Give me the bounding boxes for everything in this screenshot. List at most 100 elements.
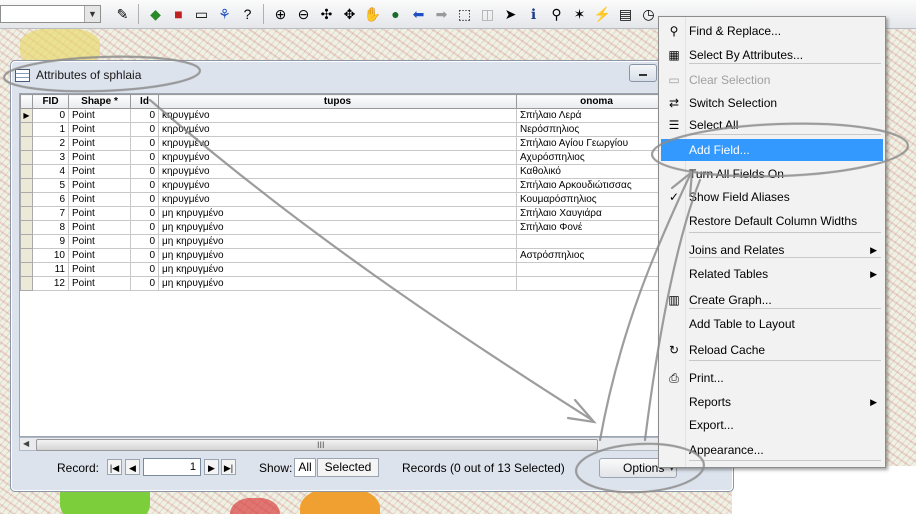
cell-onoma[interactable]: Αχυρόσπηλιος [516,150,677,165]
fixed-zoom-out-icon[interactable]: ✥ [339,4,360,24]
column-header-shape[interactable]: Shape * [68,94,131,109]
cell-tupos[interactable]: μη κηρυγμένο [158,234,517,249]
table-row[interactable]: 5 Point 0 κηρυγμένο Σπήλαιο Αρκουδιώτισσας [20,178,677,193]
zoom-out-icon[interactable]: ⊖ [293,4,314,24]
table-options-menu[interactable]: ⚲ Find & Replace... ▦ Select By Attributes.… [658,16,886,468]
menu-item-show-field-aliases[interactable]: ✓ Show Field Aliases [661,186,883,208]
cell-tupos[interactable]: κηρυγμένο [158,108,517,123]
row-selector[interactable] [20,234,33,249]
cell-tupos[interactable]: κηρυγμένο [158,192,517,207]
cell-shape[interactable]: Point [68,206,131,221]
cell-id[interactable]: 0 [130,164,159,179]
cell-fid[interactable]: 3 [32,150,69,165]
cell-shape[interactable]: Point [68,178,131,193]
cell-shape[interactable]: Point [68,164,131,179]
cell-onoma[interactable]: Σπήλαιο Αρκουδιώτισσας [516,178,677,193]
cell-onoma[interactable] [516,234,677,249]
cell-onoma[interactable]: Αστρόσπηλιος [516,248,677,263]
menu-item-restore-default-column-widths[interactable]: Restore Default Column Widths [661,210,883,232]
cell-id[interactable]: 0 [130,220,159,235]
show-selected-button[interactable]: Selected [317,458,379,477]
cell-fid[interactable]: 5 [32,178,69,193]
cell-tupos[interactable]: κηρυγμένο [158,164,517,179]
column-header-onoma[interactable]: onoma [516,94,677,109]
pan-icon[interactable]: ✋ [362,4,383,24]
cell-onoma[interactable] [516,276,677,291]
chevron-down-icon[interactable]: ▼ [84,6,100,22]
cell-shape[interactable]: Point [68,234,131,249]
zoom-in-icon[interactable]: ⊕ [270,4,291,24]
cell-fid[interactable]: 2 [32,136,69,151]
cell-shape[interactable]: Point [68,192,131,207]
table-row[interactable]: 8 Point 0 μη κηρυγμένο Σπήλαιο Φονέ [20,220,677,235]
measure-icon[interactable]: ✶ [569,4,590,24]
cell-tupos[interactable]: μη κηρυγμένο [158,248,517,263]
minimize-button[interactable] [629,64,657,82]
attribute-table[interactable]: FID Shape * Id tupos onoma ▶ 0 Point 0 κηρυγ… [19,93,733,437]
menu-item-reports[interactable]: Reports ▶ [661,391,883,413]
cell-fid[interactable]: 0 [32,108,69,123]
cell-tupos[interactable]: κηρυγμένο [158,150,517,165]
back-icon[interactable]: ⬅ [408,4,429,24]
cell-shape[interactable]: Point [68,150,131,165]
cell-onoma[interactable]: Σπήλαιο Φονέ [516,220,677,235]
column-header-fid[interactable]: FID [32,94,69,109]
table-row[interactable]: 4 Point 0 κηρυγμένο Καθολικό [20,164,677,179]
whats-this-icon[interactable]: ? [237,4,258,24]
menu-item-print[interactable]: ⎙ Print... [661,367,883,389]
cell-id[interactable]: 0 [130,276,159,291]
cell-shape[interactable]: Point [68,276,131,291]
cell-tupos[interactable]: μη κηρυγμένο [158,220,517,235]
cell-id[interactable]: 0 [130,178,159,193]
menu-item-add-field[interactable]: Add Field... [661,139,883,161]
cell-onoma[interactable]: Νερόσπηλιος [516,122,677,137]
cell-shape[interactable]: Point [68,108,131,123]
cell-onoma[interactable] [516,262,677,277]
cell-fid[interactable]: 4 [32,164,69,179]
table-row[interactable]: 12 Point 0 μη κηρυγμένο [20,276,677,291]
row-selector[interactable] [20,178,33,193]
cell-shape[interactable]: Point [68,248,131,263]
table-row[interactable]: 11 Point 0 μη κηρυγμένο [20,262,677,277]
menu-item-appearance[interactable]: Appearance... [661,439,883,461]
cell-fid[interactable]: 1 [32,122,69,137]
find-icon[interactable]: ⚲ [546,4,567,24]
row-selector[interactable] [20,262,33,277]
menu-item-switch-selection[interactable]: ⇄ Switch Selection [661,92,883,114]
cell-tupos[interactable]: κηρυγμένο [158,136,517,151]
attributes-window[interactable]: Attributes of sphlaia FID Shape * Id tup… [10,60,734,492]
identify-icon[interactable]: ℹ [523,4,544,24]
next-record-button[interactable]: ▶ [204,459,219,475]
row-selector[interactable] [20,122,33,137]
cell-shape[interactable]: Point [68,262,131,277]
cell-id[interactable]: 0 [130,206,159,221]
arcscene-icon[interactable]: ⚘ [214,4,235,24]
clear-selected-icon[interactable]: ◫ [477,4,498,24]
window-icon[interactable]: ▭ [191,4,212,24]
show-all-button[interactable]: All [294,458,316,477]
cell-id[interactable]: 0 [130,262,159,277]
menu-item-find-replace[interactable]: ⚲ Find & Replace... [661,20,883,42]
cell-fid[interactable]: 12 [32,276,69,291]
table-row[interactable]: 3 Point 0 κηρυγμένο Αχυρόσπηλιος [20,150,677,165]
menu-item-select-all[interactable]: ☰ Select All [661,114,883,136]
cell-onoma[interactable]: Κουμαρόσπηλιος [516,192,677,207]
table-row[interactable]: 1 Point 0 κηρυγμένο Νερόσπηλιος [20,122,677,137]
cell-fid[interactable]: 6 [32,192,69,207]
cell-onoma[interactable]: Καθολικό [516,164,677,179]
row-selector[interactable] [20,136,33,151]
cell-tupos[interactable]: μη κηρυγμένο [158,262,517,277]
cell-fid[interactable]: 9 [32,234,69,249]
table-row[interactable]: ▶ 0 Point 0 κηρυγμένο Σπήλαιο Λερά [20,108,677,123]
add-data-icon[interactable]: ◆ [145,4,166,24]
previous-record-button[interactable]: ◀ [125,459,140,475]
row-selector[interactable] [20,206,33,221]
menu-item-related-tables[interactable]: Related Tables ▶ [661,263,883,285]
cell-id[interactable]: 0 [130,248,159,263]
row-selector[interactable] [20,220,33,235]
scroll-left-icon[interactable]: ◀ [23,438,29,450]
menu-item-export[interactable]: Export... [661,414,883,436]
table-row[interactable]: 2 Point 0 κηρυγμένο Σπήλαιο Αγίου Γεωργίου [20,136,677,151]
full-extent-icon[interactable]: ● [385,4,406,24]
scale-combo[interactable]: ▼ [0,5,101,23]
